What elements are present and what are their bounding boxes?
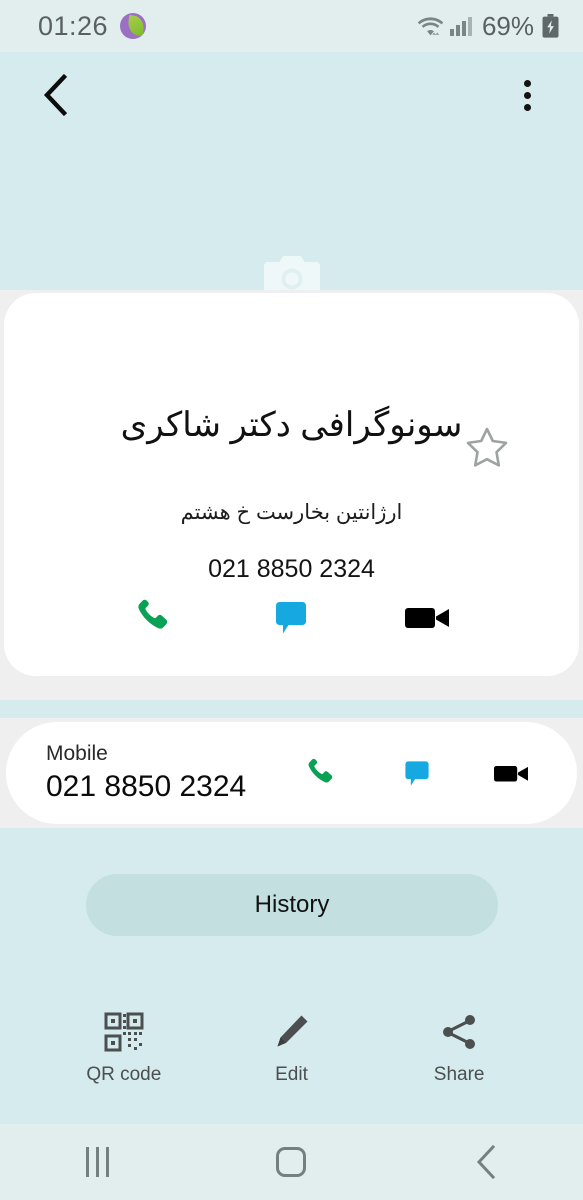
- app-bar: [0, 52, 583, 138]
- back-button[interactable]: [30, 70, 80, 120]
- nav-recents-button[interactable]: [52, 1132, 142, 1192]
- star-outline-icon: [466, 427, 508, 467]
- bottom-action-bar: QR code Edit Share: [0, 1012, 583, 1086]
- mobile-number-row[interactable]: Mobile 021 8850 2324: [6, 722, 577, 824]
- overflow-menu-icon: [523, 103, 531, 111]
- recents-icon: [85, 1147, 109, 1177]
- back-chevron-icon: [43, 74, 68, 116]
- contact-primary-number: 021 8850 2324: [208, 555, 375, 583]
- history-label: History: [254, 891, 330, 918]
- mobile-call-button[interactable]: [301, 751, 345, 795]
- nav-home-button[interactable]: [246, 1132, 336, 1192]
- contact-photo-area[interactable]: [0, 138, 583, 298]
- favorite-toggle-button[interactable]: [465, 425, 509, 469]
- edit-button[interactable]: Edit: [231, 1012, 351, 1086]
- status-bar: 01:26 69%: [0, 0, 583, 52]
- mobile-number-text: Mobile 021 8850 2324: [46, 742, 246, 804]
- message-bubble-icon: [405, 761, 429, 786]
- battery-percent: 69%: [481, 10, 534, 41]
- video-camera-icon: [405, 608, 450, 628]
- nav-back-button[interactable]: [441, 1132, 531, 1192]
- status-time: 01:26: [38, 10, 109, 41]
- pencil-icon: [277, 1015, 308, 1047]
- back-chevron-icon: [476, 1145, 495, 1179]
- call-button[interactable]: [126, 593, 186, 641]
- qr-code-label: QR code: [86, 1064, 162, 1085]
- video-camera-icon: [494, 766, 528, 782]
- contact-summary-card: سونوگرافی دکتر شاکری ارژانتین بخارست خ ه…: [4, 293, 579, 676]
- contact-details-screen: 01:26 69% سونوگرافی دکتر شاکری ارژانتین …: [0, 0, 583, 1200]
- mobile-label: Mobile: [46, 742, 108, 765]
- contact-name: سونوگرافی دکتر شاکری: [120, 406, 463, 444]
- video-call-button[interactable]: [397, 593, 457, 641]
- phone-icon: [308, 758, 333, 783]
- overflow-menu-icon: [523, 79, 531, 87]
- wifi-icon: [417, 15, 444, 37]
- overflow-menu-button[interactable]: [507, 70, 547, 120]
- leaf-icon: [120, 13, 147, 39]
- mobile-video-call-button[interactable]: [489, 751, 533, 795]
- contact-subtitle: ارژانتین بخارست خ هشتم: [180, 501, 403, 524]
- overflow-menu-icon: [523, 91, 531, 99]
- status-bar-left: 01:26: [38, 10, 147, 42]
- home-icon: [276, 1147, 307, 1177]
- phone-icon: [138, 599, 168, 629]
- android-navigation-bar: [0, 1124, 583, 1200]
- contact-quick-actions: [4, 593, 579, 641]
- cellular-signal-icon: [449, 16, 472, 36]
- share-label: Share: [433, 1064, 485, 1085]
- edit-label: Edit: [275, 1064, 308, 1085]
- qr-code-button[interactable]: QR code: [64, 1012, 184, 1086]
- qr-code-icon: [104, 1012, 144, 1052]
- mobile-message-button[interactable]: [395, 751, 439, 795]
- mobile-row-actions: [301, 751, 533, 795]
- status-bar-right: 69%: [417, 11, 559, 42]
- mobile-number: 021 8850 2324: [46, 770, 247, 803]
- message-button[interactable]: [261, 593, 321, 641]
- battery-charging-icon: [542, 14, 559, 38]
- history-button[interactable]: History: [86, 874, 498, 936]
- share-button[interactable]: Share: [399, 1012, 519, 1086]
- message-bubble-icon: [276, 602, 307, 634]
- share-icon: [443, 1015, 476, 1049]
